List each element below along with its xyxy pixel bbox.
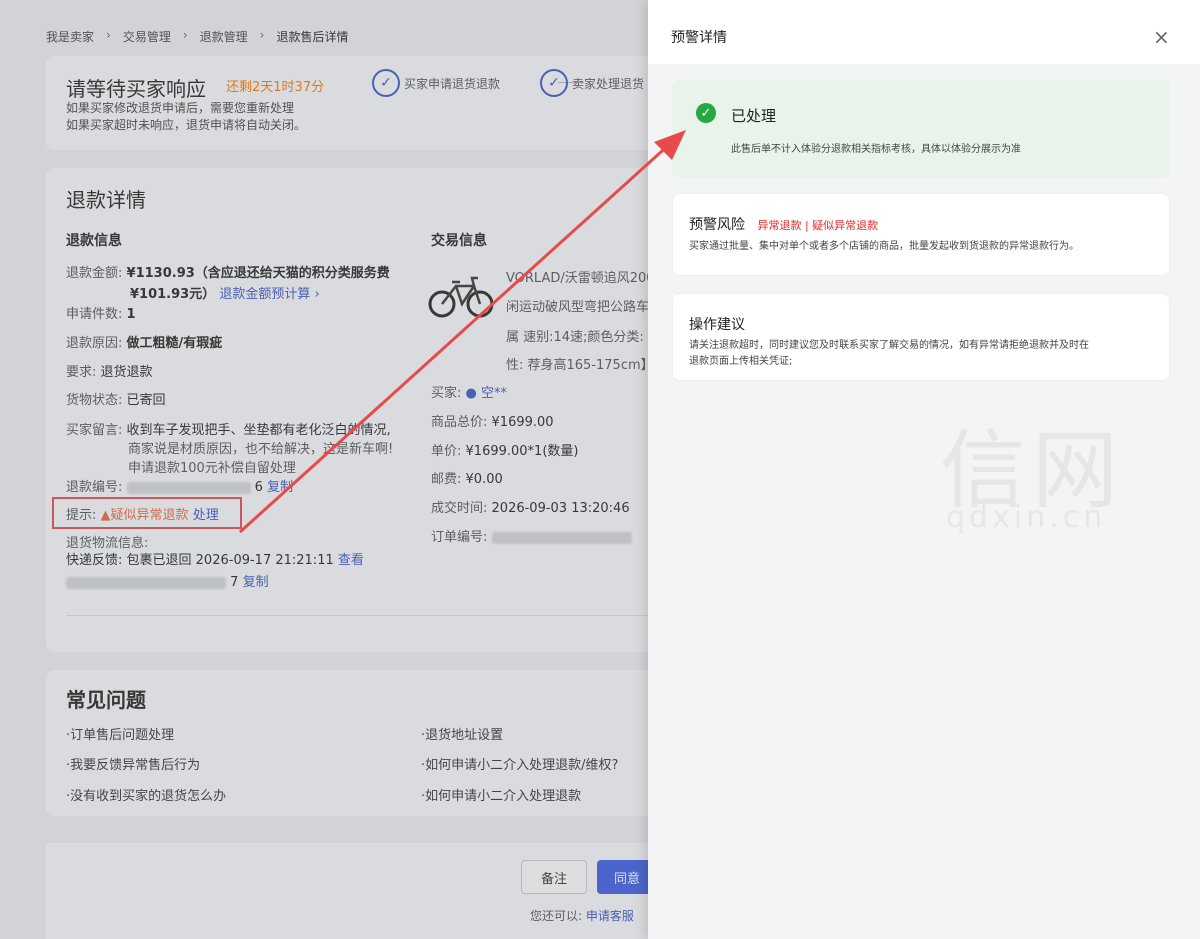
risk-tag: 异常退款 | 疑似异常退款 xyxy=(757,219,879,232)
risk-title-row: 预警风险 异常退款 | 疑似异常退款 xyxy=(689,214,878,234)
drawer-header: 预警详情 × xyxy=(648,0,1200,64)
modal-overlay[interactable] xyxy=(0,0,648,939)
processed-status-box: ✓ 已处理 此售后单不计入体验分退款相关指标考核，具体以体验分展示为准 xyxy=(672,80,1170,178)
watermark-url: qdxin.cn xyxy=(946,500,1107,535)
close-icon[interactable]: × xyxy=(1153,27,1170,47)
success-check-icon: ✓ xyxy=(696,103,716,123)
risk-title: 预警风险 xyxy=(689,217,745,233)
advice-desc: 请关注退款超时，同时建议您及时联系买家了解交易的情况，如有异常请拒绝退款并及时在… xyxy=(689,338,1089,370)
risk-desc: 买家通过批量、集中对单个或者多个店铺的商品，批量发起收到货退款的异常退款行为。 xyxy=(689,241,1079,252)
processed-title: 已处理 xyxy=(731,107,777,125)
advice-desc-line: 请关注退款超时，同时建议您及时联系买家了解交易的情况，如有异常请拒绝退款并及时在 xyxy=(689,340,1089,351)
advice-title: 操作建议 xyxy=(689,317,745,333)
advice-card: 操作建议 请关注退款超时，同时建议您及时联系买家了解交易的情况，如有异常请拒绝退… xyxy=(672,293,1170,381)
warning-detail-drawer: 预警详情 × ✓ 已处理 此售后单不计入体验分退款相关指标考核，具体以体验分展示… xyxy=(648,0,1200,939)
processed-desc: 此售后单不计入体验分退款相关指标考核，具体以体验分展示为准 xyxy=(731,144,1021,155)
drawer-title: 预警详情 xyxy=(671,30,727,46)
risk-card: 预警风险 异常退款 | 疑似异常退款 买家通过批量、集中对单个或者多个店铺的商品… xyxy=(672,193,1170,276)
advice-desc-line: 退款页面上传相关凭证; xyxy=(689,356,793,367)
